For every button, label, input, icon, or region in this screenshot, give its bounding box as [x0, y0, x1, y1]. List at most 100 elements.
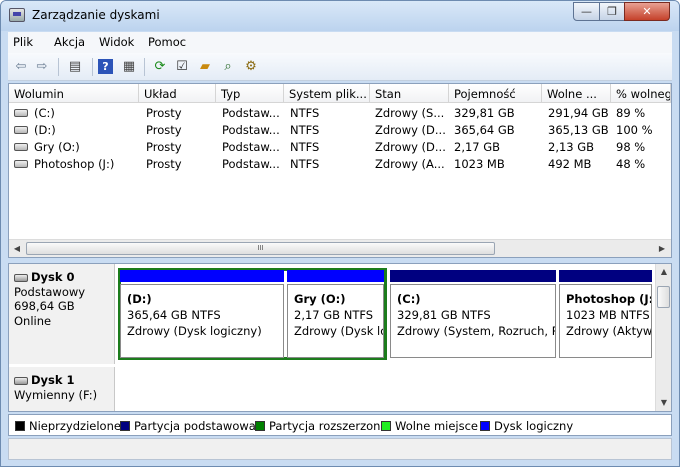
open-folder-icon[interactable]: ▰ [196, 58, 214, 75]
legend-unallocated: Nieprzydzielone [15, 419, 121, 433]
legend-primary-partition: Partycja podstawowa [120, 419, 256, 433]
volume-name: Gry (O:) [34, 140, 80, 154]
partition-status: Zdrowy (System, Rozruch, Pli [397, 324, 556, 338]
column-type[interactable]: Typ [216, 84, 284, 103]
scroll-left-icon[interactable]: ◀ [9, 241, 25, 257]
scroll-right-icon[interactable]: ▶ [654, 241, 670, 257]
menu-file[interactable]: Plik [13, 35, 33, 49]
properties-icon[interactable]: ▦ [120, 58, 138, 75]
title-bar: Zarządzanie dyskami — ❐ ✕ [1, 1, 679, 31]
disk-1-area[interactable] [116, 367, 655, 411]
maximize-button[interactable]: ❐ [599, 2, 625, 21]
legend-extended-partition: Partycja rozszerzona [255, 419, 388, 433]
status-bar [8, 438, 672, 460]
volume-percent-free: 100 % [616, 123, 653, 137]
volume-filesystem: NTFS [290, 157, 320, 171]
menu-action[interactable]: Akcja [54, 35, 85, 49]
volume-name: Photoshop (J:) [34, 157, 115, 171]
close-button[interactable]: ✕ [624, 2, 670, 21]
scroll-up-icon[interactable]: ▲ [656, 264, 672, 280]
volume-name: (D:) [34, 123, 56, 137]
menu-view[interactable]: Widok [99, 35, 134, 49]
volume-capacity: 329,81 GB [454, 106, 515, 120]
volume-name: (C:) [34, 106, 55, 120]
partition-size: 365,64 GB NTFS [127, 308, 221, 322]
legend-free-space: Wolne miejsce [381, 419, 478, 433]
volume-row[interactable]: (D:) Prosty Podstaw... NTFS Zdrowy (D...… [9, 121, 671, 138]
settings-icon[interactable]: ⚙ [242, 58, 260, 75]
volume-free-space: 291,94 GB [548, 106, 609, 120]
volume-layout: Prosty [146, 106, 182, 120]
search-icon[interactable]: ⌕ [219, 58, 237, 75]
menu-help[interactable]: Pomoc [148, 35, 186, 49]
legend-logical-drive: Dysk logiczny [480, 419, 573, 433]
disk-name: Dysk 1 [31, 373, 75, 387]
drive-icon [14, 126, 28, 134]
volume-list-horizontal-scrollbar[interactable]: ◀ III ▶ [9, 239, 671, 257]
legend: Nieprzydzielone Partycja podstawowa Part… [8, 414, 672, 436]
partition-box: Gry (O:) 2,17 GB NTFS Zdrowy (Dysk lo [287, 284, 384, 358]
partition-status: Zdrowy (Aktyw [566, 324, 652, 338]
partition-name: Photoshop (J: [566, 292, 652, 306]
column-free-space[interactable]: Wolne ... [542, 84, 611, 103]
disk-icon [14, 376, 28, 385]
volume-status: Zdrowy (D... [375, 123, 446, 137]
help-icon[interactable]: ? [98, 59, 113, 74]
legend-swatch [480, 421, 490, 431]
volume-status: Zdrowy (D... [375, 140, 446, 154]
disk-management-window: Zarządzanie dyskami — ❐ ✕ Plik Akcja Wid… [0, 0, 680, 467]
volume-filesystem: NTFS [290, 123, 320, 137]
partition-box: (C:) 329,81 GB NTFS Zdrowy (System, Rozr… [390, 284, 556, 358]
partition-color-bar [559, 270, 652, 282]
minimize-button[interactable]: — [573, 2, 600, 21]
disk-layout-panel: Dysk 0 Podstawowy 698,64 GB Online (D:) … [8, 263, 672, 412]
volume-capacity: 2,17 GB [454, 140, 501, 154]
column-percent-free[interactable]: % wolnego [611, 84, 671, 103]
volume-free-space: 492 MB [548, 157, 592, 171]
volume-row[interactable]: Gry (O:) Prosty Podstaw... NTFS Zdrowy (… [9, 138, 671, 155]
column-layout[interactable]: Układ [139, 84, 216, 103]
volume-status: Zdrowy (A... [375, 157, 445, 171]
disk-type: Podstawowy [14, 284, 86, 299]
disk-panel-vertical-scrollbar[interactable]: ▲ ▼ [655, 264, 671, 411]
partition-j[interactable]: Photoshop (J: 1023 MB NTFS Zdrowy (Aktyw [559, 270, 652, 358]
column-volume[interactable]: Wolumin [9, 84, 139, 103]
column-status[interactable]: Stan [370, 84, 449, 103]
volume-type: Podstaw... [222, 106, 280, 120]
volume-list: Wolumin Układ Typ System plik... Stan Po… [8, 83, 672, 258]
volume-layout: Prosty [146, 140, 182, 154]
disk-1-label[interactable]: Dysk 1 Wymienny (F:) [9, 367, 115, 411]
volume-type: Podstaw... [222, 123, 280, 137]
volume-row[interactable]: Photoshop (J:) Prosty Podstaw... NTFS Zd… [9, 155, 671, 172]
column-capacity[interactable]: Pojemność [449, 84, 542, 103]
disk-size: 698,64 GB [14, 299, 75, 313]
back-arrow-icon[interactable]: ⇦ [12, 58, 30, 75]
forward-arrow-icon[interactable]: ⇨ [33, 58, 51, 75]
vertical-scroll-thumb[interactable] [657, 286, 670, 308]
disk-properties-icon[interactable]: ☑ [173, 58, 191, 75]
volume-row[interactable]: (C:) Prosty Podstaw... NTFS Zdrowy (S...… [9, 104, 671, 121]
show-hide-console-icon[interactable]: ▤ [66, 58, 84, 75]
window-title: Zarządzanie dyskami [32, 8, 160, 22]
scroll-down-icon[interactable]: ▼ [656, 395, 672, 411]
toolbar-separator [144, 58, 145, 76]
drive-icon [14, 160, 28, 168]
disk-state: Online [14, 313, 52, 328]
disk-0-label[interactable]: Dysk 0 Podstawowy 698,64 GB Online [9, 264, 115, 364]
menu-bar: Plik Akcja Widok Pomoc [8, 32, 672, 53]
toolbar: ⇦ ⇨ ▤ ? ▦ ⟳ ☑ ▰ ⌕ ⚙ [8, 53, 672, 81]
volume-layout: Prosty [146, 157, 182, 171]
partition-color-bar [120, 270, 284, 282]
column-filesystem[interactable]: System plik... [284, 84, 370, 103]
disk-management-app-icon [9, 8, 25, 22]
refresh-icon[interactable]: ⟳ [151, 58, 169, 75]
legend-swatch [120, 421, 130, 431]
volume-free-space: 2,13 GB [548, 140, 595, 154]
partition-o[interactable]: Gry (O:) 2,17 GB NTFS Zdrowy (Dysk lo [287, 270, 384, 358]
partition-d[interactable]: (D:) 365,64 GB NTFS Zdrowy (Dysk logiczn… [120, 270, 284, 358]
horizontal-scroll-thumb[interactable]: III [26, 242, 495, 255]
volume-percent-free: 89 % [616, 106, 646, 120]
partition-c[interactable]: (C:) 329,81 GB NTFS Zdrowy (System, Rozr… [390, 270, 556, 358]
disk-type: Wymienny (F:) [14, 387, 98, 402]
volume-percent-free: 48 % [616, 157, 646, 171]
